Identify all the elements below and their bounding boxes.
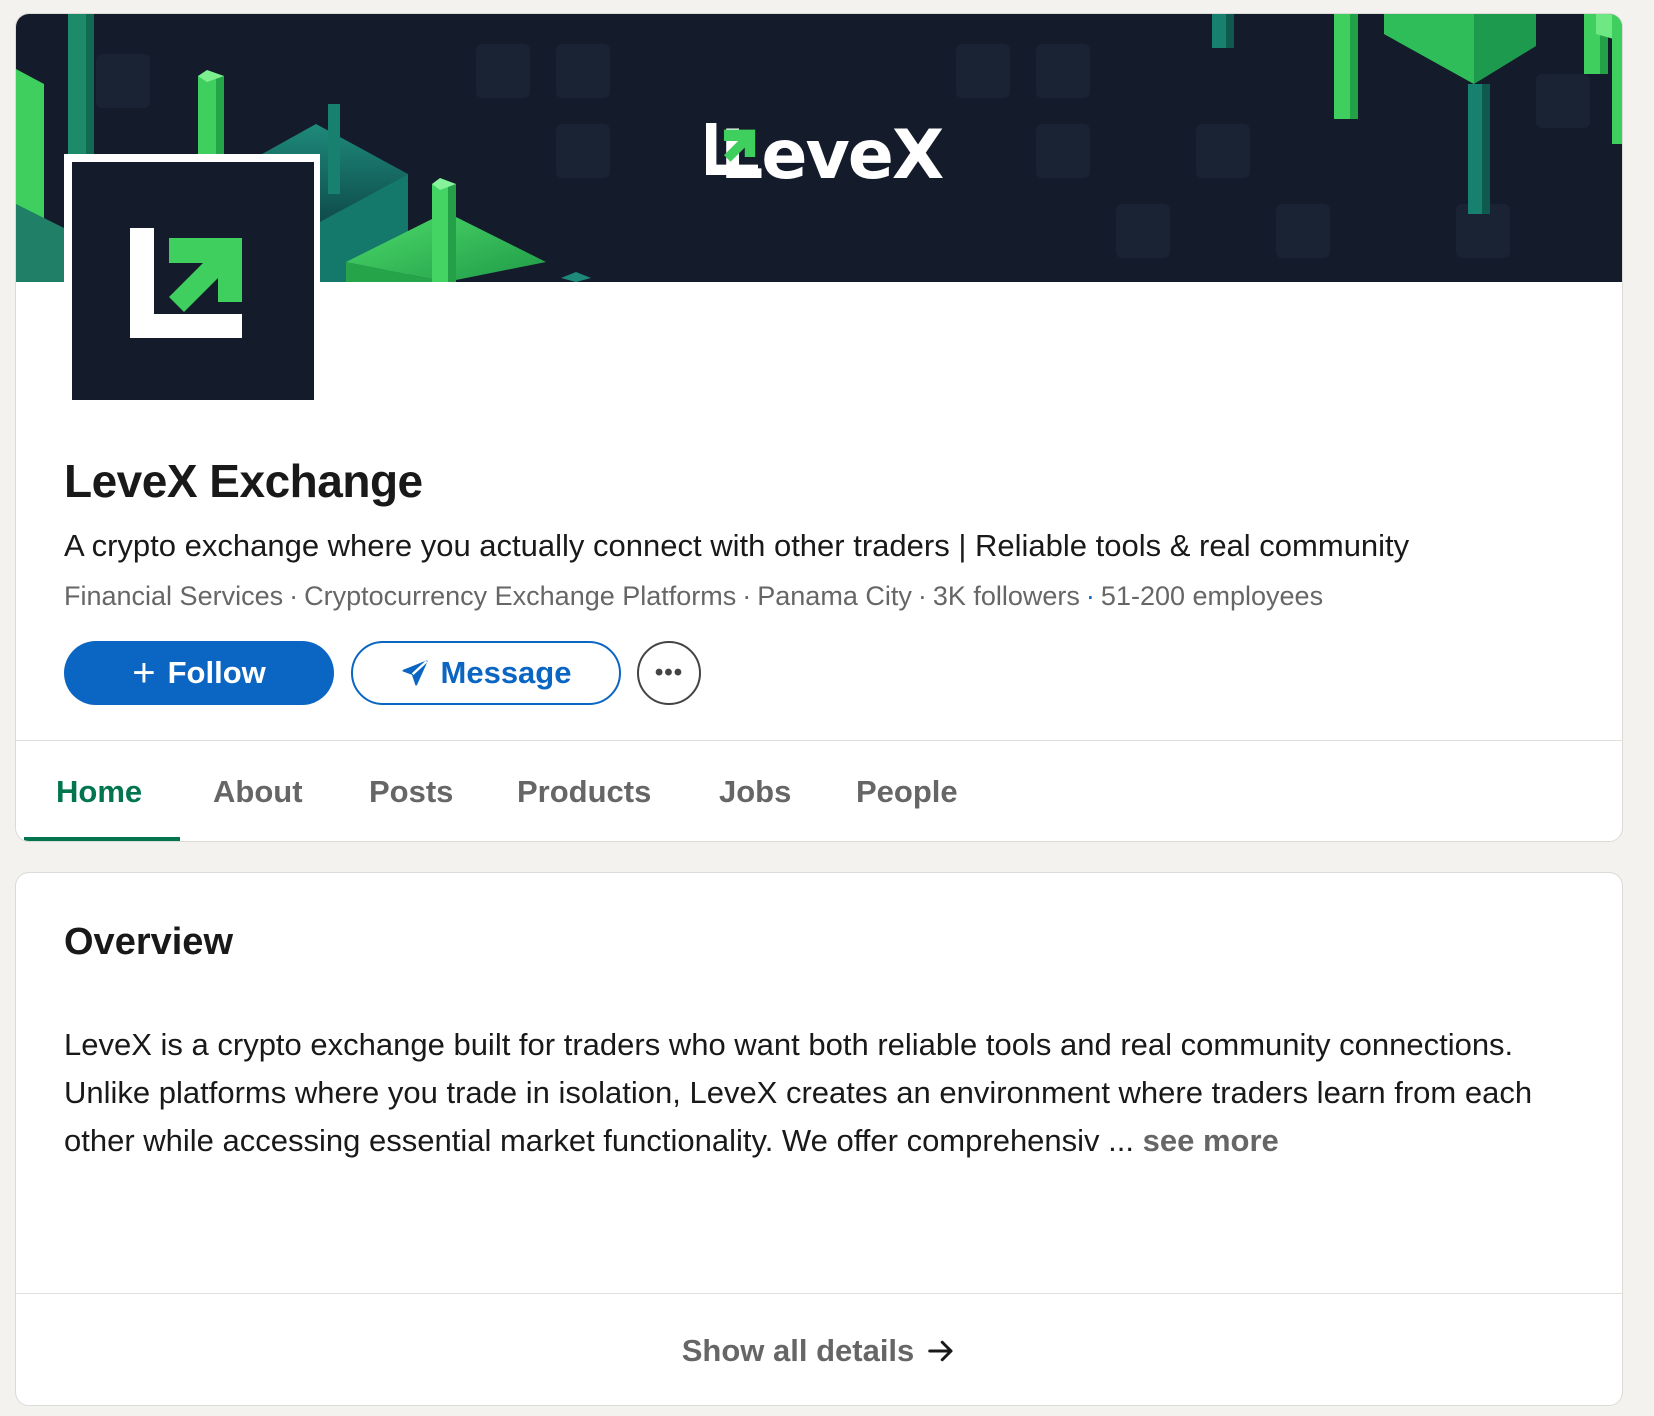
- ellipsis-icon: •••: [654, 659, 684, 686]
- company-tagline: A crypto exchange where you actually con…: [64, 528, 1410, 563]
- message-label: Message: [440, 655, 572, 690]
- company-meta: Financial Services · Cryptocurrency Exchan…: [64, 580, 1323, 612]
- tab-home[interactable]: Home: [56, 741, 142, 841]
- overview-body: LeveX is a crypto exchange built for tra…: [64, 1027, 1533, 1158]
- tab-jobs[interactable]: Jobs: [719, 741, 791, 841]
- industry: Financial Services: [64, 581, 284, 611]
- banner-logo: LeveX: [706, 122, 944, 190]
- message-button[interactable]: Message: [351, 641, 621, 705]
- overview-title: Overview: [64, 921, 233, 963]
- levex-logo-icon: [706, 123, 758, 175]
- employees-link[interactable]: 51-200 employees: [1101, 581, 1323, 611]
- active-tab-indicator: [24, 837, 180, 841]
- separator-dot: ·: [917, 581, 927, 611]
- followers-count: 3K followers: [932, 581, 1080, 611]
- separator-dot: ·: [742, 581, 752, 611]
- company-profile-card: LeveX LeveX Exchange A crypto exchange w…: [15, 13, 1623, 842]
- company-name: LeveX Exchange: [64, 455, 423, 507]
- category: Cryptocurrency Exchange Platforms: [304, 581, 737, 611]
- show-all-details-button[interactable]: Show all details: [16, 1294, 1622, 1405]
- overview-card: Overview LeveX is a crypto exchange buil…: [15, 872, 1623, 1406]
- follow-button[interactable]: + Follow: [64, 641, 334, 705]
- tab-about[interactable]: About: [213, 741, 303, 841]
- see-more-link[interactable]: see more: [1143, 1123, 1279, 1158]
- location: Panama City: [757, 581, 912, 611]
- company-logo[interactable]: [64, 154, 320, 408]
- show-all-label: Show all details: [681, 1332, 915, 1368]
- tab-posts[interactable]: Posts: [369, 741, 453, 841]
- plus-icon: +: [132, 651, 156, 695]
- tab-people[interactable]: People: [856, 741, 958, 841]
- arrow-right-icon: [928, 1340, 953, 1361]
- overview-text: LeveX is a crypto exchange built for tra…: [64, 1021, 1584, 1165]
- separator-dot: ·: [1085, 581, 1095, 611]
- levex-logo-icon: [130, 228, 242, 338]
- company-logo-image: [72, 162, 314, 400]
- separator-dot: ·: [289, 581, 299, 611]
- tab-products[interactable]: Products: [517, 741, 651, 841]
- page-tabs: Home About Posts Products Jobs People: [16, 741, 1622, 841]
- follow-label: Follow: [167, 655, 266, 690]
- more-options-button[interactable]: •••: [637, 641, 701, 705]
- send-icon: [401, 660, 428, 686]
